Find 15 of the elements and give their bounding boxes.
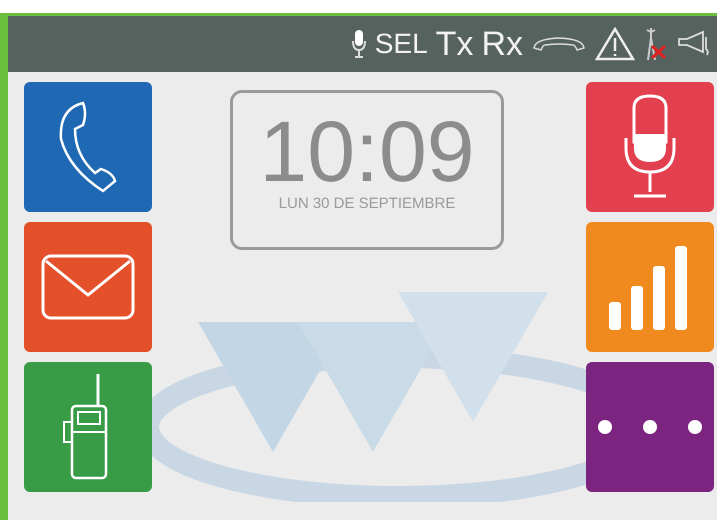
envelope-icon: [40, 253, 136, 321]
more-icon: [595, 417, 705, 437]
signal-tile[interactable]: [586, 222, 714, 352]
warning-icon: [595, 27, 635, 61]
status-label: SEL: [374, 28, 428, 60]
status-label: Tx: [436, 24, 474, 64]
more-tile[interactable]: [586, 362, 714, 492]
microphone-icon: [350, 28, 367, 60]
mail-tile[interactable]: [24, 222, 152, 352]
radio-tile[interactable]: [24, 362, 152, 492]
phone-tile[interactable]: [24, 82, 152, 212]
clock-date: LUN 30 DE SEPTIEMBRE: [278, 195, 456, 212]
microphone-tile[interactable]: [586, 82, 714, 212]
clock-time: 10:09: [259, 109, 475, 195]
status-label: Rx: [481, 24, 523, 64]
